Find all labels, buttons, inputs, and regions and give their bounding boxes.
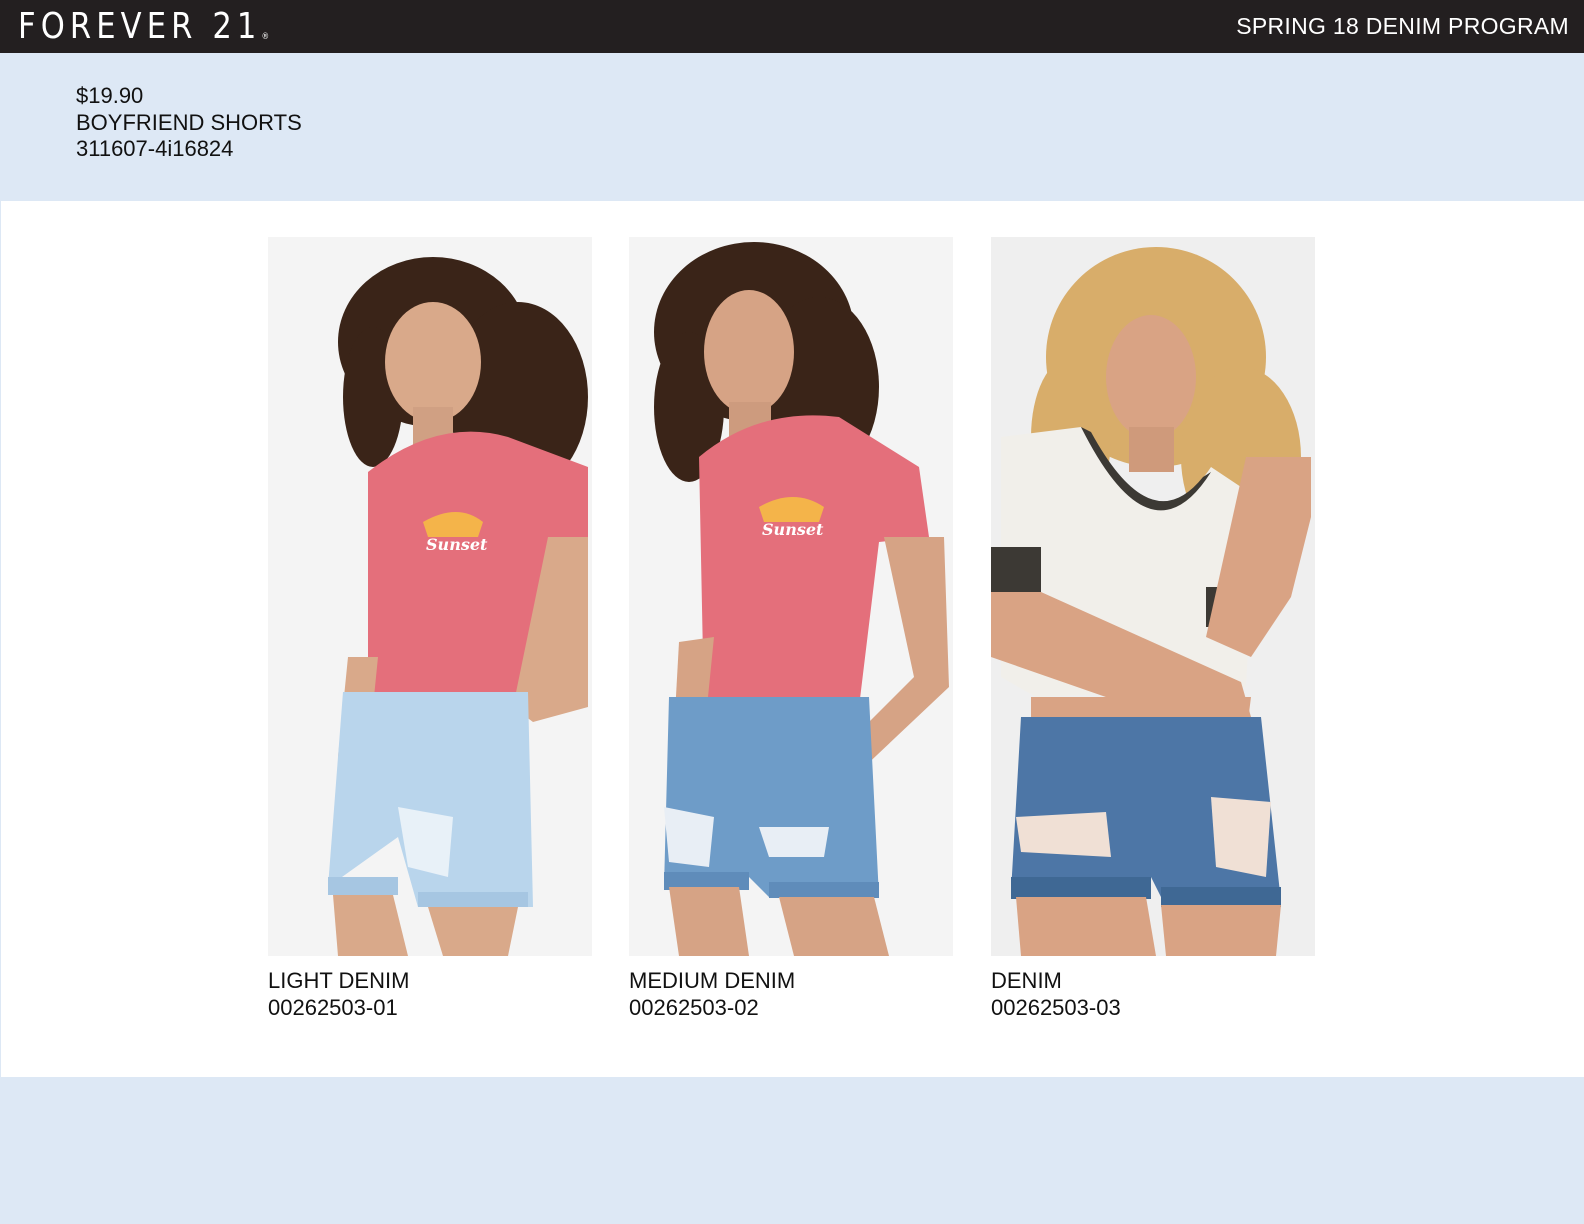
product-photo-medium-denim: Sunset bbox=[629, 237, 953, 956]
product-name: BOYFRIEND SHORTS bbox=[76, 109, 302, 135]
variant-card-medium-denim: Sunset MEDIUM DENIM 00262503-02 bbox=[629, 237, 953, 1021]
variant-caption: MEDIUM DENIM 00262503-02 bbox=[629, 968, 953, 1021]
variant-sku: 00262503-02 bbox=[629, 994, 759, 1020]
variant-wash: LIGHT DENIM bbox=[268, 968, 410, 993]
page-border bbox=[0, 201, 1, 1077]
product-style-number: 311607-4i16824 bbox=[76, 136, 234, 161]
brand-logo: FOREVER 21® bbox=[18, 6, 270, 47]
program-title: SPRING 18 DENIM PROGRAM bbox=[1236, 13, 1569, 39]
variant-card-denim: DENIM 00262503-03 bbox=[991, 237, 1315, 1021]
variant-card-light-denim: Sunset LIGHT DENIM 00262503-01 bbox=[268, 237, 592, 1021]
svg-text:Sunset: Sunset bbox=[762, 520, 824, 539]
product-photo-light-denim: Sunset bbox=[268, 237, 592, 956]
footer-band bbox=[0, 1077, 1584, 1224]
variant-caption: LIGHT DENIM 00262503-01 bbox=[268, 968, 592, 1021]
variant-sku: 00262503-03 bbox=[991, 994, 1121, 1020]
header-bar: FOREVER 21® SPRING 18 DENIM PROGRAM bbox=[0, 0, 1584, 53]
variant-caption: DENIM 00262503-03 bbox=[991, 968, 1315, 1021]
product-price: $19.90 bbox=[76, 83, 144, 108]
variant-wash: MEDIUM DENIM bbox=[629, 968, 796, 993]
variant-wash: DENIM bbox=[991, 968, 1062, 993]
variant-sku: 00262503-01 bbox=[268, 994, 398, 1020]
svg-text:Sunset: Sunset bbox=[426, 535, 488, 554]
product-photo-denim bbox=[991, 237, 1315, 956]
product-info-band: $19.90 BOYFRIEND SHORTS 311607-4i16824 bbox=[0, 53, 1584, 201]
product-info: $19.90 BOYFRIEND SHORTS 311607-4i16824 bbox=[76, 83, 302, 163]
